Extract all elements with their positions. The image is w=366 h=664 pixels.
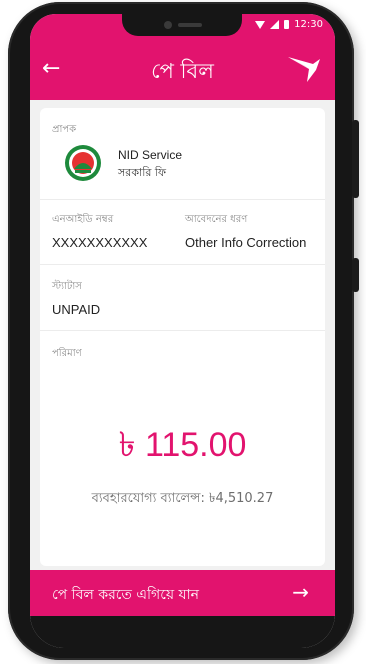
app-bar: ← পে বিল	[30, 40, 335, 100]
status-value: UNPAID	[52, 302, 101, 317]
speaker-icon	[178, 23, 202, 27]
signal-icon	[270, 20, 280, 29]
status-label: স্ট্যাটাস	[52, 281, 82, 292]
recipient-label: প্রাপক	[52, 124, 77, 135]
application-type-label: আবেদনের ধরণ	[185, 214, 248, 225]
nid-number-label: এনআইডি নম্বর	[52, 214, 114, 225]
camera-icon	[164, 21, 172, 29]
amount-value: ৳ 115.00	[118, 426, 247, 464]
status-section: স্ট্যাটাস UNPAID	[40, 265, 325, 331]
battery-icon	[284, 20, 290, 29]
camera-notch	[122, 14, 242, 36]
status-icons: 12:30	[255, 19, 323, 30]
arrow-right-icon: →	[292, 580, 309, 604]
status-time: 12:30	[294, 19, 323, 30]
recipient-section: প্রাপক NID Service সরকারি ফি	[40, 108, 325, 200]
app-screen: 12:30 ← পে বিল প্রাপক NID Service সরকারি…	[30, 14, 335, 648]
application-details-section: এনআইডি নম্বর XXXXXXXXXXX আবেদনের ধরণ Oth…	[40, 200, 325, 265]
available-balance: ব্যবহারযোগ্য ব্যালেন্স: ৳4,510.27	[91, 491, 274, 506]
recipient-subtitle: সরকারি ফি	[118, 166, 167, 179]
proceed-pay-bill-button[interactable]: পে বিল করতে এগিয়ে যান →	[30, 570, 335, 616]
amount-section: পরিমাণ ৳ 115.00 ব্যবহারযোগ্য ব্যালেন্স: …	[40, 331, 325, 565]
recipient-name: NID Service	[118, 148, 183, 162]
bill-details-card: প্রাপক NID Service সরকারি ফি এনআইডি নম্ব…	[40, 108, 325, 566]
amount-label: পরিমাণ	[52, 348, 82, 359]
nid-logo-icon	[65, 145, 101, 181]
proceed-label: পে বিল করতে এগিয়ে যান	[52, 587, 200, 603]
bottom-bezel	[30, 616, 335, 648]
nid-number-value: XXXXXXXXXXX	[52, 235, 148, 250]
bkash-bird-icon	[288, 57, 320, 82]
application-type-value: Other Info Correction	[185, 235, 307, 250]
volume-button	[352, 258, 359, 292]
power-button	[352, 120, 359, 198]
wifi-icon	[255, 20, 266, 29]
status-bar: 12:30	[30, 14, 335, 40]
